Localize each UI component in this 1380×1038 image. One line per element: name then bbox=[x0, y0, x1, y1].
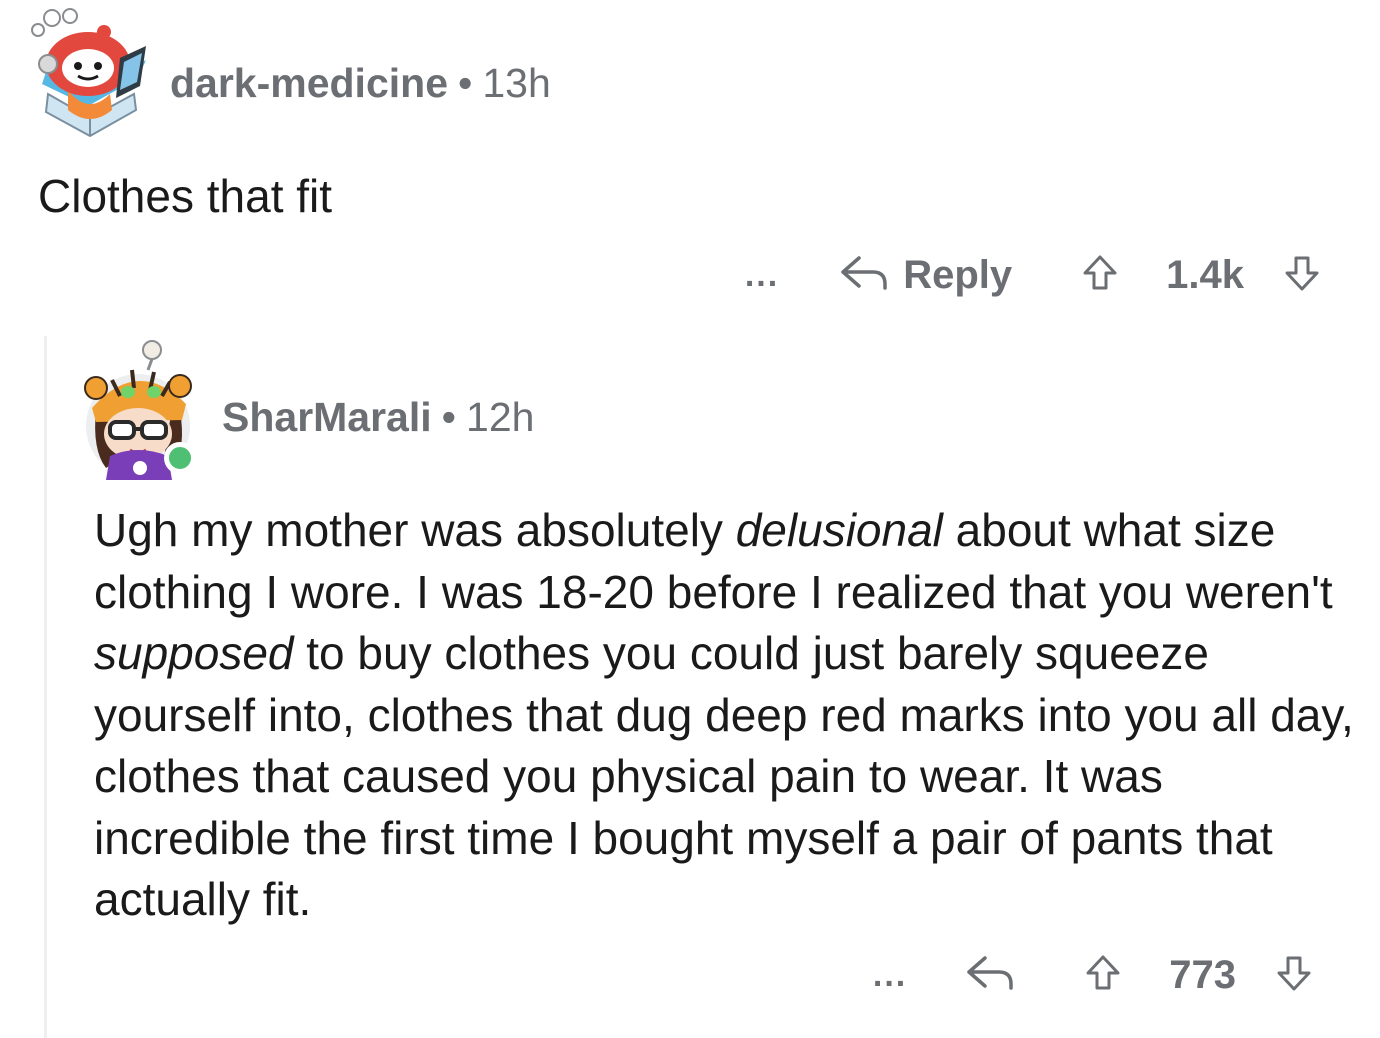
comment-meta: dark-medicine • 13h bbox=[170, 58, 551, 108]
vote-score: 1.4k bbox=[1166, 252, 1244, 297]
reply-arrow-icon bbox=[839, 254, 889, 297]
vote-control: 773 bbox=[1085, 953, 1312, 998]
snoo-avatar-icon bbox=[31, 8, 146, 138]
comment-meta: SharMarali • 12h bbox=[222, 392, 534, 442]
vote-score: 773 bbox=[1169, 952, 1236, 997]
comment-body: Clothes that fit bbox=[38, 170, 333, 222]
body-emphasis: delusional bbox=[735, 504, 943, 556]
reply-arrow-icon bbox=[965, 954, 1015, 997]
vote-control: 1.4k bbox=[1082, 253, 1320, 298]
reply-comment: SharMarali • 12h Ugh my mother was absolut… bbox=[0, 330, 1380, 1038]
parent-comment: dark-medicine • 13h Clothes that fit ... R… bbox=[0, 0, 1380, 320]
comment-age[interactable]: 12h bbox=[466, 394, 534, 440]
downvote-arrow-icon[interactable] bbox=[1284, 254, 1320, 297]
meta-separator: • bbox=[441, 394, 457, 440]
author-name[interactable]: SharMarali bbox=[222, 394, 432, 440]
meta-separator: • bbox=[458, 60, 473, 106]
upvote-arrow-icon[interactable] bbox=[1082, 254, 1118, 297]
reply-label: Reply bbox=[903, 252, 1013, 297]
more-options-button[interactable]: ... bbox=[873, 955, 907, 995]
body-emphasis: supposed bbox=[94, 627, 294, 679]
reply-button[interactable] bbox=[965, 954, 1015, 997]
comment-action-bar: ... 773 bbox=[873, 945, 1312, 1005]
avatar[interactable] bbox=[28, 6, 154, 138]
reply-button[interactable]: Reply bbox=[839, 253, 1012, 298]
comment-thread: dark-medicine • 13h Clothes that fit ... R… bbox=[0, 0, 1380, 1038]
author-name[interactable]: dark-medicine bbox=[170, 60, 448, 106]
comment-action-bar: ... Reply 1.4k bbox=[745, 245, 1320, 305]
body-text: Ugh my mother was absolutely bbox=[94, 504, 736, 556]
upvote-arrow-icon[interactable] bbox=[1085, 954, 1121, 997]
comment-age[interactable]: 13h bbox=[482, 60, 550, 106]
downvote-arrow-icon[interactable] bbox=[1276, 954, 1312, 997]
comment-body: Ugh my mother was absolutely delusional … bbox=[94, 500, 1364, 931]
more-options-button[interactable]: ... bbox=[745, 255, 779, 295]
online-status-indicator bbox=[164, 442, 196, 474]
